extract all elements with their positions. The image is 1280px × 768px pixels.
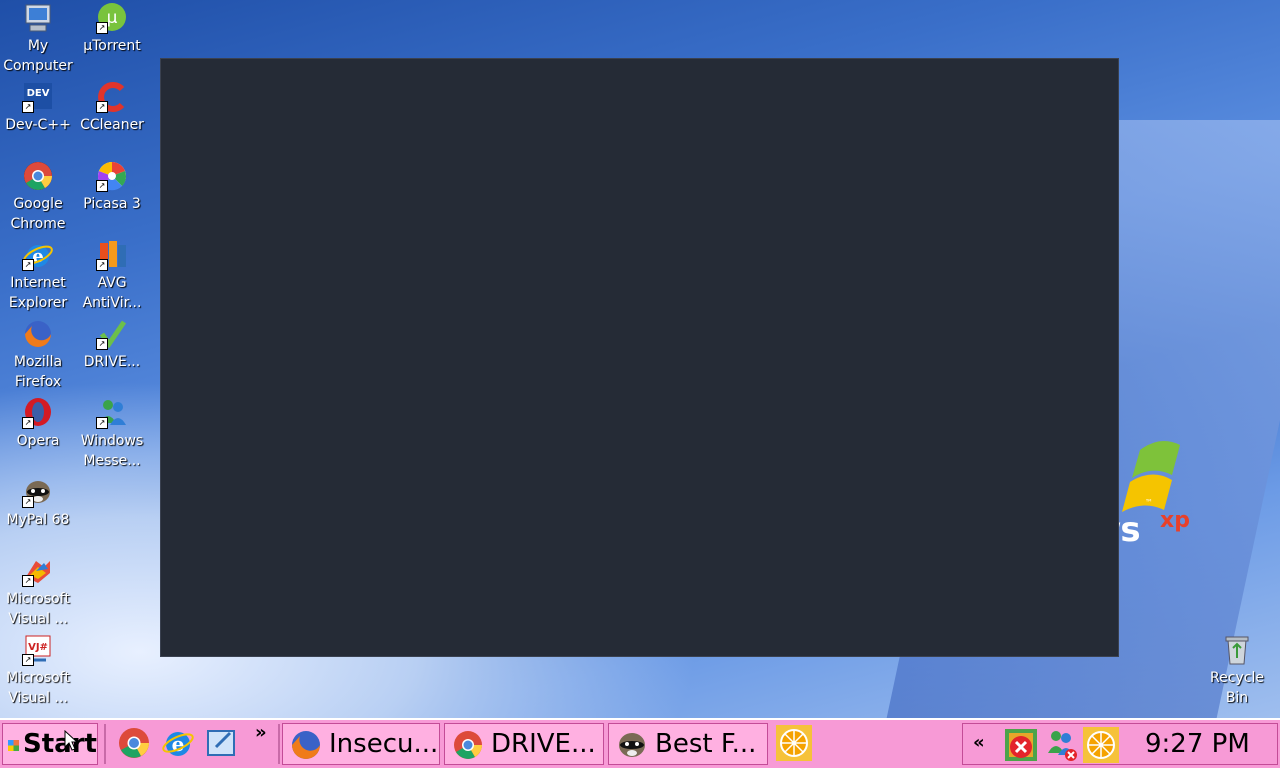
desktop-icon-label: DRIVE... [83, 354, 141, 370]
taskbar-task-mypal[interactable]: Best F... [608, 723, 768, 765]
taskbar: Start e » Insecu... DRIVE... Best F... « [0, 718, 1280, 768]
desktop-icon-visual-jsharp[interactable]: VJ# ↗ Microsoft Visual ... [0, 634, 76, 708]
desktop-icon-avg[interactable]: ↗ AVG AntiVir... [74, 239, 150, 313]
desktop-icon-label: Microsoft Visual ... [6, 591, 70, 627]
taskbar-separator [278, 724, 280, 764]
taskbar-task-firefox[interactable]: Insecu... [282, 723, 440, 765]
ie-icon: e ↗ [22, 239, 54, 271]
visual-jsharp-icon: VJ# ↗ [22, 634, 54, 666]
utorrent-icon: µ ↗ [96, 2, 128, 34]
desktop-icon-label: Recycle Bin [1210, 670, 1264, 706]
desktop-icon-firefox[interactable]: Mozilla Firefox [0, 318, 76, 392]
desktop-icon-drive[interactable]: ↗ DRIVE... [74, 318, 150, 372]
tray-orange-app[interactable] [1083, 727, 1119, 763]
messenger-offline-icon [1048, 731, 1077, 761]
picasa-icon: ↗ [96, 160, 128, 192]
blank-application-window[interactable] [160, 58, 1119, 657]
network-error-icon [1005, 729, 1037, 761]
taskbar-orange-app[interactable] [776, 725, 812, 761]
ie-icon: e [162, 732, 194, 756]
desktop-icon-label: MyPal 68 [6, 512, 70, 528]
desktop-icon-label: Internet Explorer [8, 275, 68, 311]
desktop-icon-label: Picasa 3 [83, 196, 141, 212]
svg-text:µ: µ [107, 8, 118, 28]
desktop-icon-devcpp[interactable]: DEV ↗ Dev-C++ [0, 81, 76, 135]
visual-studio-icon: ↗ [22, 555, 54, 587]
desktop-icon-label: Mozilla Firefox [13, 354, 63, 390]
desktop-icon-label: Dev-C++ [5, 117, 71, 133]
desktop-icon-visual-studio[interactable]: ↗ Microsoft Visual ... [0, 555, 76, 629]
svg-text:DEV: DEV [27, 88, 50, 99]
quicklaunch-ie[interactable]: e [160, 725, 196, 761]
quicklaunch-more-button[interactable]: » [255, 722, 267, 743]
my-computer-icon [22, 2, 54, 34]
system-clock[interactable]: 9:27 PM [1145, 724, 1250, 764]
start-label: Start [23, 729, 97, 759]
orange-slice-icon [776, 725, 812, 761]
orange-slice-icon [1083, 727, 1119, 763]
ccleaner-icon: ↗ [96, 81, 128, 113]
desktop-icon-utorrent[interactable]: µ ↗ µTorrent [74, 2, 150, 56]
chrome-icon [22, 160, 54, 192]
firefox-icon [22, 318, 54, 350]
show-desktop-icon [207, 730, 235, 756]
chrome-icon [451, 728, 485, 762]
taskbar-task-chrome[interactable]: DRIVE... [444, 723, 604, 765]
mypal-icon [615, 728, 649, 762]
xp-superscript: xp [1160, 508, 1190, 533]
tray-messenger[interactable] [1043, 727, 1079, 763]
start-button[interactable]: Start [2, 723, 98, 765]
firefox-icon [289, 728, 323, 762]
desktop-icon-label: AVG AntiVir... [82, 275, 142, 311]
desktop-icon-ccleaner[interactable]: ↗ CCleaner [74, 81, 150, 135]
opera-icon: ↗ [22, 397, 54, 429]
drive-icon: ↗ [96, 318, 128, 350]
desktop-icon-label: CCleaner [80, 117, 144, 133]
desktop-icon-label: Microsoft Visual ... [6, 670, 70, 706]
desktop-icon-opera[interactable]: ↗ Opera [0, 397, 76, 451]
recycle-bin-icon [1221, 634, 1253, 666]
system-tray: « 9:27 PM [962, 723, 1278, 765]
chrome-icon [119, 728, 149, 758]
desktop-icon-label: µTorrent [83, 38, 141, 54]
tray-expand-button[interactable]: « [973, 732, 985, 753]
xp-tm: ™ [1145, 498, 1153, 507]
desktop-icon-label: Google Chrome [10, 196, 66, 232]
messenger-icon: ↗ [96, 397, 128, 429]
desktop-icon-picasa[interactable]: ↗ Picasa 3 [74, 160, 150, 214]
desktop-icon-ie[interactable]: e ↗ Internet Explorer [0, 239, 76, 313]
desktop-icon-label: Windows Messe... [80, 433, 144, 469]
mypal-icon: ↗ [22, 476, 54, 508]
desktop-icon-my-computer[interactable]: My Computer [0, 2, 76, 76]
desktop-icon-messenger[interactable]: ↗ Windows Messe... [74, 397, 150, 471]
desktop-icon-recycle-bin[interactable]: Recycle Bin [1199, 634, 1275, 708]
svg-text:VJ#: VJ# [28, 642, 48, 653]
desktop-icon-label: Opera [16, 433, 60, 449]
taskbar-separator [104, 724, 106, 764]
mouse-cursor-icon [64, 730, 78, 751]
task-label: Insecu... [329, 729, 439, 759]
windows-flag-icon [8, 740, 19, 751]
tray-network-error[interactable] [1003, 727, 1039, 763]
task-label: DRIVE... [491, 729, 596, 759]
task-label: Best F... [655, 729, 757, 759]
quicklaunch-chrome[interactable] [116, 725, 152, 761]
desktop-icon-chrome[interactable]: Google Chrome [0, 160, 76, 234]
devcpp-icon: DEV ↗ [22, 81, 54, 113]
quicklaunch-show-desktop[interactable] [204, 725, 240, 761]
avg-icon: ↗ [96, 239, 128, 271]
desktop-icon-label: My Computer [3, 38, 73, 74]
desktop-icon-mypal[interactable]: ↗ MyPal 68 [0, 476, 76, 530]
